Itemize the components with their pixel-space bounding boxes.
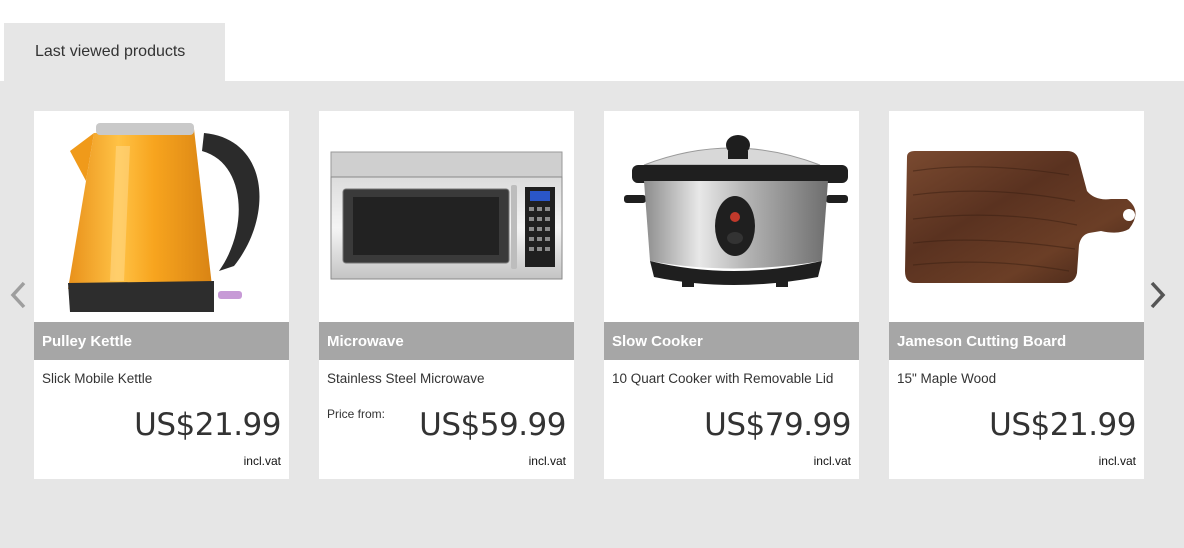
microwave-image[interactable] xyxy=(319,111,574,322)
vat-label: incl.vat xyxy=(528,454,566,468)
product-price: US$21.99 xyxy=(134,407,281,443)
product-card[interactable]: Slow Cooker 10 Quart Cooker with Removab… xyxy=(604,111,859,479)
cutting-board-image[interactable] xyxy=(889,111,1144,322)
product-name[interactable]: Pulley Kettle xyxy=(34,322,289,360)
product-description: 15" Maple Wood xyxy=(897,371,997,386)
product-card[interactable]: Pulley Kettle Slick Mobile Kettle US$21.… xyxy=(34,111,289,479)
product-card[interactable]: Microwave Stainless Steel Microwave Pric… xyxy=(319,111,574,479)
product-description: 10 Quart Cooker with Removable Lid xyxy=(612,371,834,386)
product-description: Stainless Steel Microwave xyxy=(327,371,485,386)
product-price: US$79.99 xyxy=(704,407,851,443)
kettle-image[interactable] xyxy=(34,111,289,322)
product-description: Slick Mobile Kettle xyxy=(42,371,153,386)
vat-label: incl.vat xyxy=(1098,454,1136,468)
carousel-prev-button[interactable] xyxy=(4,268,32,322)
tab-last-viewed-products[interactable]: Last viewed products xyxy=(4,23,225,81)
product-card[interactable]: Jameson Cutting Board 15" Maple Wood US$… xyxy=(889,111,1144,479)
chevron-right-icon xyxy=(1150,281,1166,309)
product-name[interactable]: Jameson Cutting Board xyxy=(889,322,1144,360)
product-price: US$21.99 xyxy=(989,407,1136,443)
product-name[interactable]: Slow Cooker xyxy=(604,322,859,360)
vat-label: incl.vat xyxy=(813,454,851,468)
product-price: US$59.99 xyxy=(419,407,566,443)
chevron-left-icon xyxy=(10,281,26,309)
slow-cooker-image[interactable] xyxy=(604,111,859,322)
price-from-label: Price from: xyxy=(327,407,386,421)
product-name[interactable]: Microwave xyxy=(319,322,574,360)
carousel-next-button[interactable] xyxy=(1144,268,1172,322)
tab-label: Last viewed products xyxy=(35,43,186,60)
vat-label: incl.vat xyxy=(243,454,281,468)
